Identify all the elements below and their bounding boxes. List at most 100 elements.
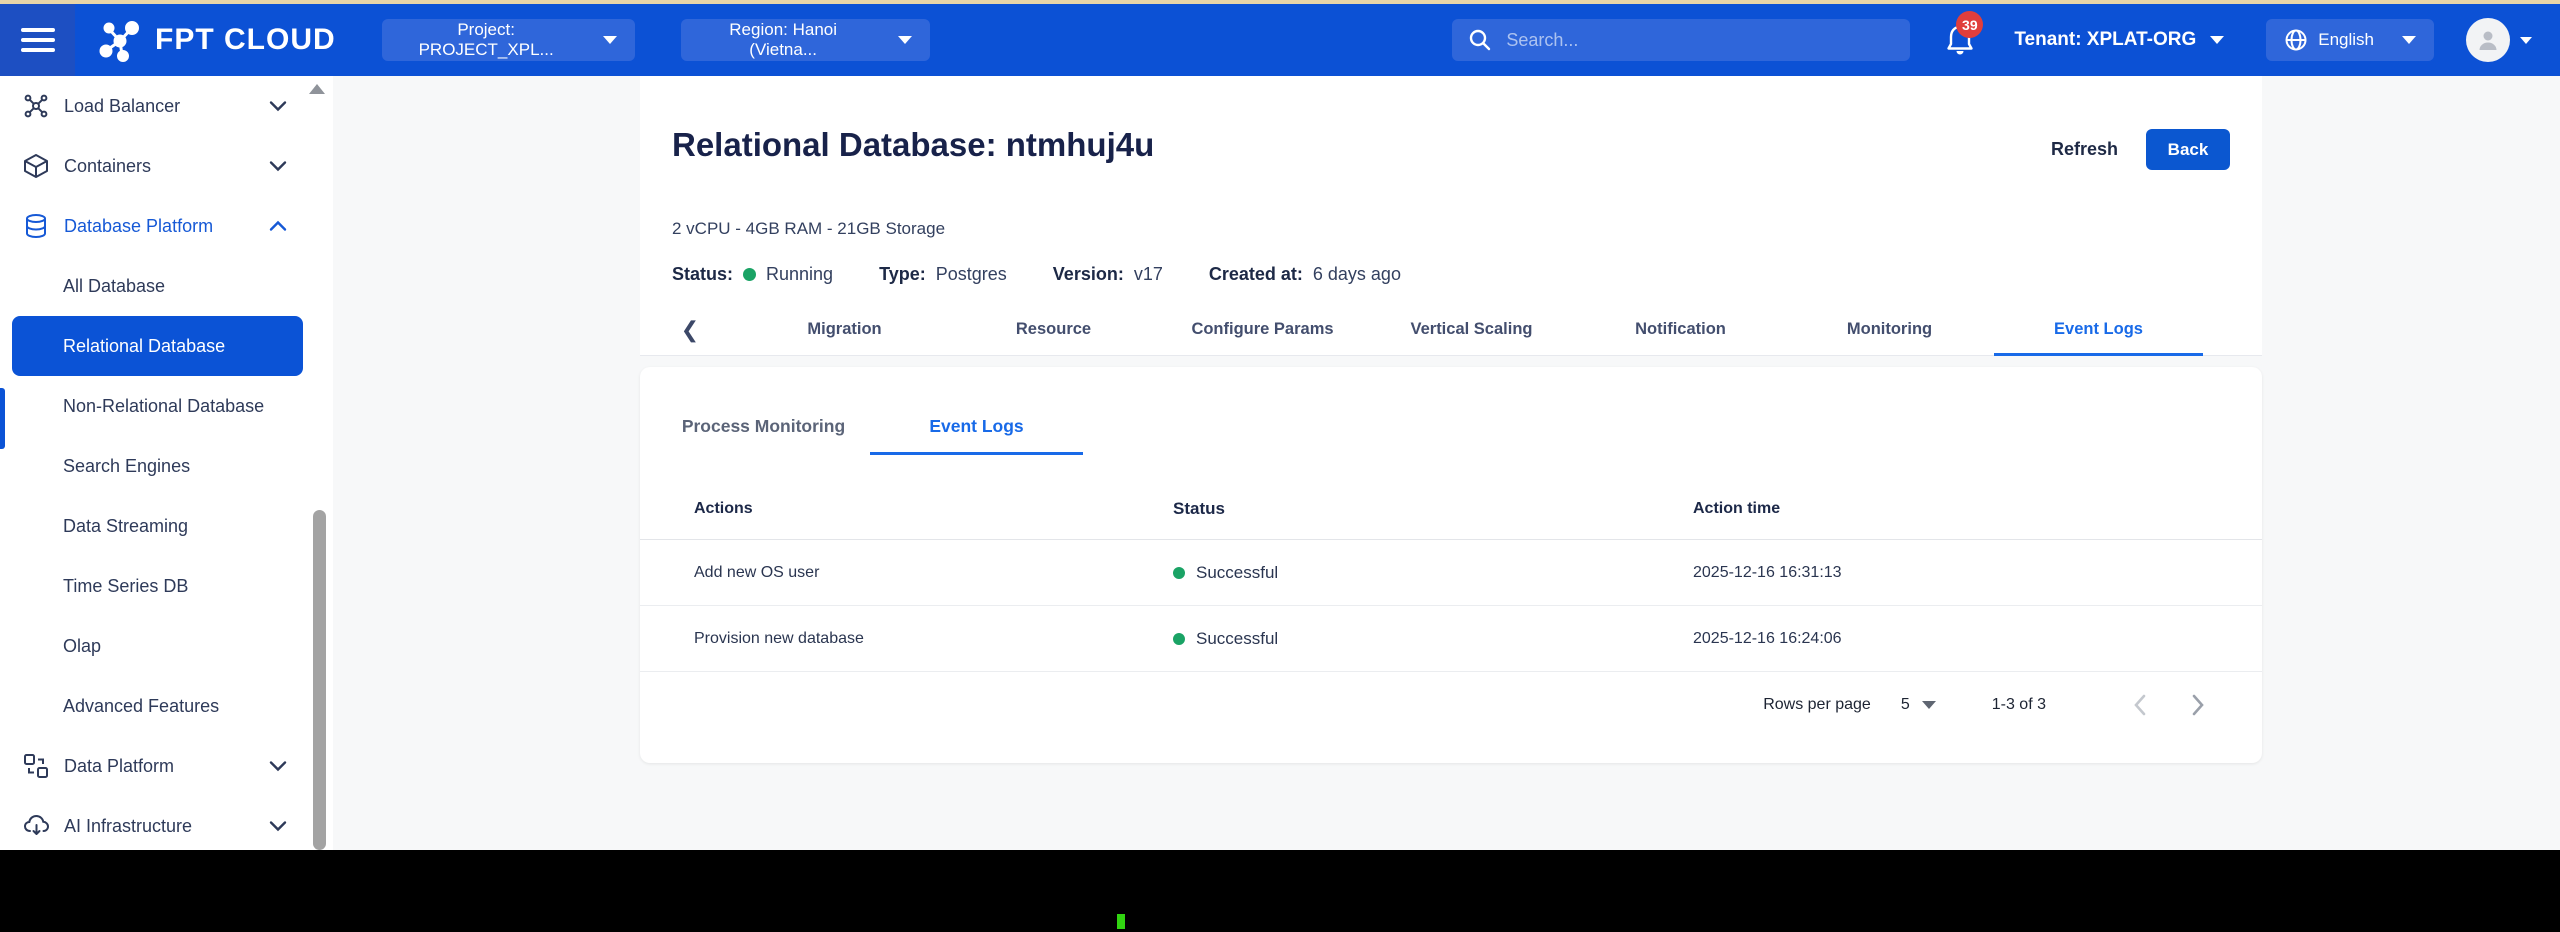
card-tabs: Process Monitoring Event Logs [657,397,1083,455]
search-input[interactable] [1506,30,1894,51]
chevron-down-icon [2520,37,2532,44]
person-icon [2475,27,2501,53]
version-field: Version: v17 [1053,264,1163,285]
column-header-status: Status [1173,499,1693,519]
notifications-button[interactable]: 39 [1944,23,1976,57]
page-tabs: ❮ Migration Resource Configure Params Ve… [640,304,2262,356]
action-cell: Provision new database [640,630,1173,648]
sidebar-item-relational-database[interactable]: Relational Database [12,316,303,376]
tab-notification[interactable]: Notification [1576,304,1785,355]
tab-configure-params[interactable]: Configure Params [1158,304,1367,355]
database-specs: 2 vCPU - 4GB RAM - 21GB Storage [672,219,945,239]
status-field: Status: Running [672,264,833,285]
action-cell: Add new OS user [640,564,1173,582]
tab-event-logs-inner[interactable]: Event Logs [870,397,1083,455]
sidebar-item-non-relational-database[interactable]: Non-Relational Database [0,376,333,436]
tab-migration[interactable]: Migration [740,304,949,355]
global-search [1452,19,1910,61]
column-header-action-time: Action time [1693,500,2262,518]
sidebar-item-data-streaming[interactable]: Data Streaming [0,496,333,556]
type-value: Postgres [936,264,1007,285]
tab-monitoring[interactable]: Monitoring [1785,304,1994,355]
pagination-next-button[interactable] [2182,693,2214,717]
version-label: Version: [1053,264,1124,285]
data-platform-icon [22,753,50,779]
tenant-label: Tenant: XPLAT-ORG [2014,29,2196,51]
user-menu[interactable] [2466,18,2532,62]
table-row[interactable]: Provision new database Successful 2025-1… [640,606,2262,672]
chevron-down-icon [603,36,617,44]
ai-cloud-icon [22,813,50,839]
terminal-cursor [1117,914,1125,929]
rows-per-page-label: Rows per page [1763,696,1871,714]
type-field: Type: Postgres [879,264,1007,285]
database-meta: Status: Running Type: Postgres Version: … [672,264,1401,285]
project-selector[interactable]: Project: PROJECT_XPL... [382,19,635,61]
tab-process-monitoring[interactable]: Process Monitoring [657,397,870,455]
pagination-range: 1-3 of 3 [1992,696,2046,714]
sidebar-item-label: Data Streaming [63,516,188,537]
region-selector-label: Region: Hanoi (Vietna... [699,20,868,60]
chevron-up-icon [269,220,287,232]
hamburger-icon [21,22,55,58]
table-header-row: Actions Status Action time [640,479,2262,540]
sidebar-item-database-platform[interactable]: Database Platform [0,196,333,256]
created-field: Created at: 6 days ago [1209,264,1401,285]
logo: FPT CLOUD [97,17,336,63]
status-dot-icon [743,268,756,281]
success-dot-icon [1173,567,1185,579]
chevron-down-icon [2210,36,2224,44]
back-button[interactable]: Back [2146,129,2230,170]
menu-button[interactable] [0,4,75,76]
sidebar-item-label: Relational Database [63,336,225,357]
status-text: Successful [1196,563,1278,583]
status-text: Successful [1196,629,1278,649]
type-label: Type: [879,264,926,285]
avatar [2466,18,2510,62]
tenant-selector[interactable]: Tenant: XPLAT-ORG [2014,29,2224,51]
sidebar-item-time-series-db[interactable]: Time Series DB [0,556,333,616]
pagination-prev-button[interactable] [2124,693,2156,717]
sidebar-item-data-platform[interactable]: Data Platform [0,736,333,796]
chevron-down-icon [898,36,912,44]
sidebar-item-ai-infrastructure[interactable]: AI Infrastructure [0,796,333,856]
notification-badge: 39 [1956,11,1983,38]
terminal-footer [0,850,2560,932]
sidebar-item-search-engines[interactable]: Search Engines [0,436,333,496]
sidebar-item-label: Search Engines [63,456,190,477]
database-header-panel: Relational Database: ntmhuj4u Refresh Ba… [640,76,2262,356]
sidebar-item-load-balancer[interactable]: Load Balancer [0,76,333,136]
sidebar-scrollbar-thumb[interactable] [313,510,326,850]
sidebar: Load Balancer Containers Database Platfo… [0,76,333,850]
chevron-right-icon [2190,693,2206,717]
sidebar-item-label: Load Balancer [64,96,180,117]
created-value: 6 days ago [1313,264,1401,285]
table-row[interactable]: Add new OS user Successful 2025-12-16 16… [640,540,2262,606]
database-icon [22,213,50,239]
sidebar-item-label: Containers [64,156,151,177]
sidebar-item-label: AI Infrastructure [64,816,192,837]
created-label: Created at: [1209,264,1303,285]
sidebar-item-label: Time Series DB [63,576,188,597]
globe-icon [2284,28,2308,52]
tab-resource[interactable]: Resource [949,304,1158,355]
tab-vertical-scaling[interactable]: Vertical Scaling [1367,304,1576,355]
sidebar-item-label: Non-Relational Database [63,396,264,417]
region-selector[interactable]: Region: Hanoi (Vietna... [681,19,930,61]
tabs-scroll-left-button[interactable]: ❮ [640,304,740,355]
sidebar-item-all-database[interactable]: All Database [0,256,333,316]
refresh-button[interactable]: Refresh [2051,139,2118,160]
language-selector[interactable]: English [2266,19,2434,61]
sidebar-item-label: Olap [63,636,101,657]
time-cell: 2025-12-16 16:24:06 [1693,630,2262,648]
event-logs-card: Process Monitoring Event Logs Actions St… [640,367,2262,763]
rows-per-page-select[interactable]: 5 [1901,696,1936,714]
sidebar-item-olap[interactable]: Olap [0,616,333,676]
status-cell: Successful [1173,629,1693,649]
scrollbar-up-arrow[interactable] [309,84,325,94]
tab-event-logs[interactable]: Event Logs [1994,304,2203,355]
sidebar-item-containers[interactable]: Containers [0,136,333,196]
top-navbar: FPT CLOUD Project: PROJECT_XPL... Region… [0,4,2560,76]
chevron-down-icon [269,820,287,832]
sidebar-item-advanced-features[interactable]: Advanced Features [0,676,333,736]
